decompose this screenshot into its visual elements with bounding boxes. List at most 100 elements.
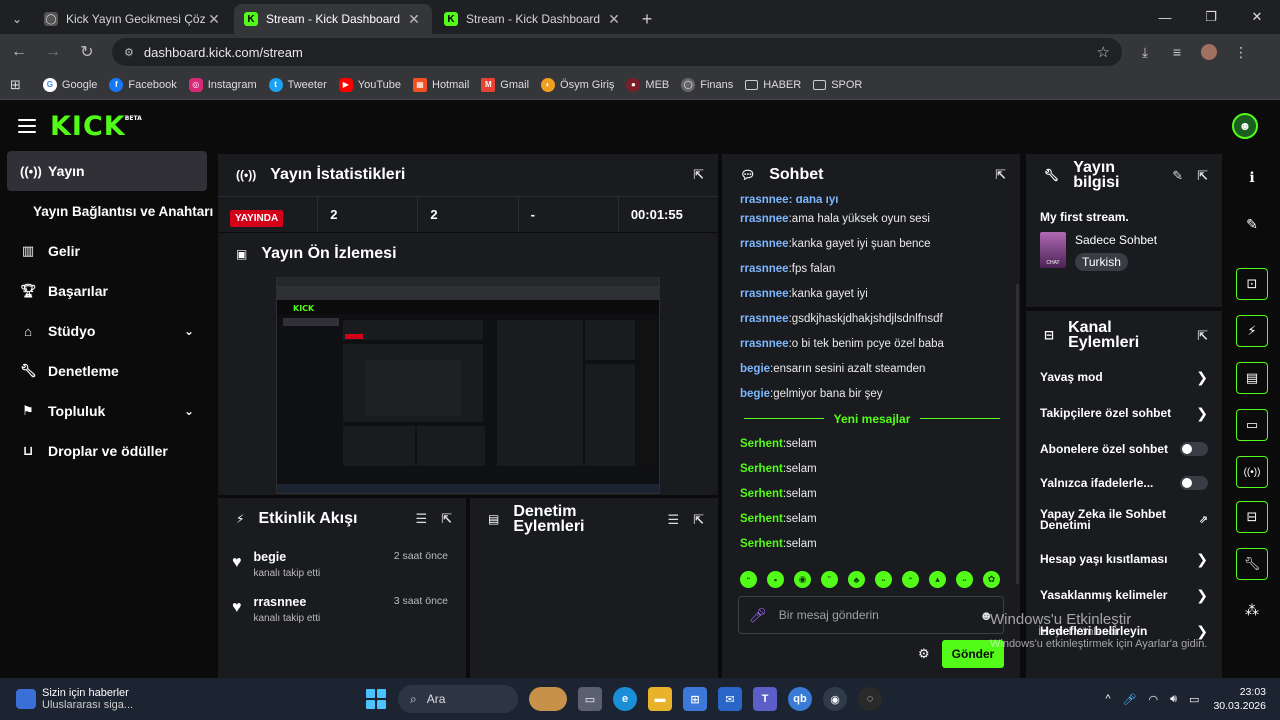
screenshot-icon[interactable]: ⊡ <box>1236 268 1268 300</box>
channel-icon[interactable]: ⊟ <box>1236 501 1268 533</box>
popout-icon[interactable]: ⇱ <box>693 167 704 183</box>
popout-icon[interactable]: ⇱ <box>693 512 704 527</box>
sidebar-item-topluluk[interactable]: ⚑ Topluluk ⌄ <box>0 391 214 431</box>
bookmark-finans[interactable]: ◯ Finans <box>681 77 733 92</box>
emote-icon[interactable]: ˘ <box>821 571 838 588</box>
news-widget[interactable]: Sizin için haberler Uluslararası siga... <box>16 687 216 711</box>
chat-settings-icon[interactable]: ⚙ <box>918 646 930 662</box>
url-input[interactable]: ⚙ dashboard.kick.com/stream ☆ <box>112 38 1122 66</box>
minimize-icon[interactable]: — <box>1142 0 1188 34</box>
chat-username[interactable]: Serhent <box>740 438 783 450</box>
bookmark-gmail[interactable]: M Gmail <box>481 77 529 92</box>
emote-icon[interactable]: ▪ <box>767 571 784 588</box>
filter-icon[interactable]: ☰ <box>667 512 679 527</box>
edge-icon[interactable]: e <box>613 687 637 711</box>
followers-only-row[interactable]: Takipçilere özel sohbet ❯ <box>1026 395 1222 431</box>
chat-username[interactable]: begie <box>740 388 770 400</box>
clock[interactable]: 23:03 30.03.2026 <box>1213 685 1266 713</box>
emoji-icon[interactable]: ☻ <box>979 608 993 623</box>
banned-words-row[interactable]: Yasaklanmış kelimeler ❯ <box>1026 577 1222 613</box>
reload-icon[interactable]: ↻ <box>72 37 102 67</box>
emotes-only-toggle[interactable] <box>1180 476 1208 490</box>
sidebar-item-droplar[interactable]: ⊔ Droplar ve ödüller <box>0 431 214 471</box>
close-icon[interactable]: ✕ <box>606 11 622 28</box>
qbittorrent-icon[interactable]: qb <box>788 687 812 711</box>
profile-avatar[interactable]: ☻ <box>1232 113 1258 139</box>
chat-scrollbar[interactable] <box>1016 284 1019 584</box>
microphone-icon[interactable]: 🎤︎ <box>749 607 767 624</box>
chat-username[interactable]: rrasnnee <box>740 338 789 350</box>
bookmark-facebook[interactable]: f Facebook <box>109 77 177 92</box>
chat-username[interactable]: begie <box>740 363 770 375</box>
store-icon[interactable]: ⊞ <box>683 687 707 711</box>
chat-username[interactable]: Serhent <box>740 538 783 550</box>
account-age-row[interactable]: Hesap yaşı kısıtlaması ❯ <box>1026 541 1222 577</box>
obs-icon[interactable]: ◌ <box>858 687 882 711</box>
bookmark-youtube[interactable]: ▶ YouTube <box>338 77 401 92</box>
sidebar-item-denetleme[interactable]: 🔧︎ Denetleme <box>0 351 214 391</box>
chevron-up-icon[interactable]: ^ <box>1105 693 1110 705</box>
bookmark-osym[interactable]: ◐ Ösym Giriş <box>541 77 614 92</box>
download-icon[interactable]: ⤓ <box>1130 37 1160 67</box>
filter-icon[interactable]: ☰ <box>415 511 427 527</box>
popout-icon[interactable]: ⇱ <box>995 167 1006 183</box>
chat-input-box[interactable]: 🎤︎ ☻ <box>738 596 1004 634</box>
ai-moderation-row[interactable]: Yapay Zeka ile Sohbet Denetimi ⇗ <box>1026 499 1222 541</box>
task-view-icon[interactable]: ▭ <box>578 687 602 711</box>
avatar[interactable] <box>1194 37 1224 67</box>
popout-icon[interactable]: ⇱ <box>441 511 452 527</box>
wrench-icon[interactable]: 🔧︎ <box>1236 548 1268 580</box>
goals-row[interactable]: Hedefleri belirleyin ❯ <box>1026 613 1222 649</box>
chrome-icon[interactable]: ◉ <box>823 687 847 711</box>
widget-icon[interactable] <box>529 687 567 711</box>
emote-icon[interactable]: ᵕ <box>956 571 973 588</box>
popout-icon[interactable]: ⇱ <box>1197 168 1208 183</box>
sidebar-item-stream-key[interactable]: Yayın Bağlantısı ve Anahtarı <box>0 191 214 231</box>
emote-icon[interactable]: ▴ <box>929 571 946 588</box>
bookmark-hotmail[interactable]: ▦ Hotmail <box>413 77 469 92</box>
follower-name[interactable]: rrasnnee <box>254 595 321 609</box>
browser-tab-2[interactable]: K Stream - Kick Dashboard ✕ <box>234 4 432 34</box>
emote-icon[interactable]: ◉ <box>794 571 811 588</box>
forward-icon[interactable]: → <box>38 37 68 67</box>
emote-icon[interactable]: ᵕ <box>875 571 892 588</box>
popout-icon[interactable]: ⇱ <box>1197 328 1208 343</box>
edit-icon[interactable]: ✎ <box>1236 208 1268 240</box>
volume-icon[interactable]: 🔊︎ <box>1170 693 1177 706</box>
chat-bubble-icon[interactable]: ▭ <box>1236 409 1268 441</box>
menu-toggle-icon[interactable] <box>18 119 36 133</box>
chat-username[interactable]: rrasnnee <box>740 213 789 225</box>
lightning-icon[interactable]: ⚡︎ <box>1236 315 1268 347</box>
sidebar-item-basarilar[interactable]: 🏆︎ Başarılar <box>0 271 214 311</box>
browser-tab-3[interactable]: K Stream - Kick Dashboard ✕ <box>434 4 632 34</box>
emote-icon[interactable]: ᵔ <box>902 571 919 588</box>
mail-icon[interactable]: ✉ <box>718 687 742 711</box>
bookmark-google[interactable]: G Google <box>42 77 97 92</box>
browser-tab-1[interactable]: ◯ Kick Yayın Gecikmesi Çözümü ✕ <box>34 4 232 34</box>
close-window-icon[interactable]: ✕ <box>1234 0 1280 34</box>
chat-username[interactable]: Serhent <box>740 488 783 500</box>
bookmark-spor[interactable]: SPOR <box>813 79 862 91</box>
edit-icon[interactable]: ✎ <box>1172 168 1183 183</box>
start-button[interactable] <box>366 689 386 709</box>
site-info-icon[interactable]: ⚙ <box>124 46 134 59</box>
wifi-icon[interactable]: ◠ <box>1148 693 1158 706</box>
chat-message-input[interactable] <box>778 608 980 622</box>
share-icon[interactable]: ⁂ <box>1236 594 1268 626</box>
file-explorer-icon[interactable]: ▬ <box>648 687 672 711</box>
apps-icon[interactable]: ⊞ <box>10 77 21 93</box>
chat-username[interactable]: Serhent <box>740 463 783 475</box>
menu-icon[interactable]: ⋮ <box>1226 37 1256 67</box>
close-icon[interactable]: ✕ <box>406 11 422 28</box>
stream-preview-video[interactable]: KICK <box>276 277 660 494</box>
chat-username[interactable]: Serhent <box>740 513 783 525</box>
taskbar-search[interactable]: ⌕ Ara <box>398 685 518 713</box>
new-tab-button[interactable]: + <box>632 4 662 34</box>
follower-name[interactable]: begie <box>254 550 321 564</box>
send-button[interactable]: Gönder <box>942 640 1004 668</box>
chat-username[interactable]: rrasnnee <box>740 238 789 250</box>
info-icon[interactable]: ℹ <box>1236 161 1268 193</box>
bookmark-meb[interactable]: ● MEB <box>626 77 669 92</box>
teams-icon[interactable]: T <box>753 687 777 711</box>
emote-icon[interactable]: ᵔ <box>740 571 757 588</box>
